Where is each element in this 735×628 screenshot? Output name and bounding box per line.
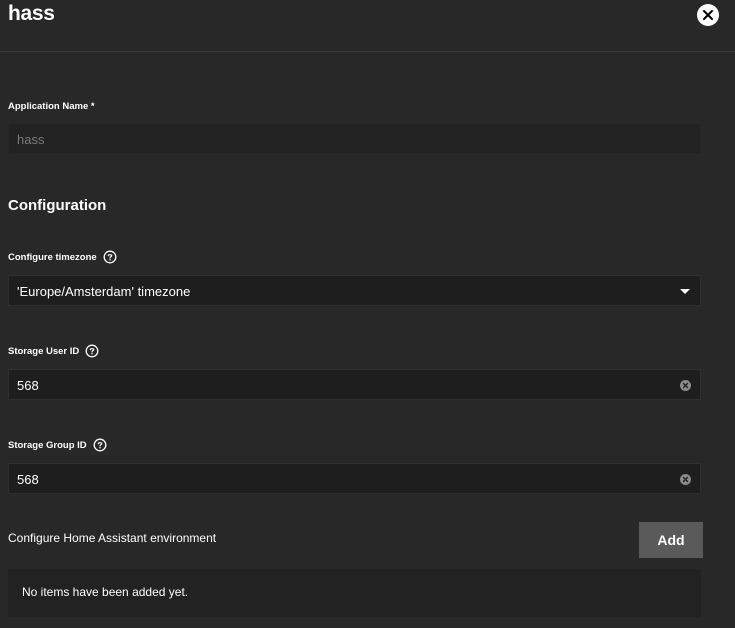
help-icon[interactable] [103, 250, 117, 264]
panel-header: hass [0, 0, 735, 52]
app-name-label-text: Application Name * [8, 101, 95, 112]
timezone-select[interactable]: 'Europe/Amsterdam' timezone [8, 275, 701, 306]
close-icon [703, 10, 713, 20]
storage-user-id-input[interactable]: 568 [8, 369, 701, 400]
timezone-label: Configure timezone [8, 250, 117, 264]
clear-icon[interactable] [680, 380, 691, 391]
storage-group-id-label: Storage Group ID [8, 438, 107, 452]
timezone-label-text: Configure timezone [8, 251, 97, 263]
help-icon[interactable] [85, 344, 99, 358]
storage-user-id-value: 568 [17, 378, 39, 393]
storage-group-id-label-text: Storage Group ID [8, 439, 87, 451]
storage-group-id-input[interactable]: 568 [8, 463, 701, 494]
close-button[interactable] [697, 4, 719, 26]
environment-label: Configure Home Assistant environment [8, 531, 217, 545]
add-button[interactable]: Add [639, 522, 703, 558]
app-name-label: Application Name * [8, 101, 95, 112]
chevron-down-icon[interactable] [680, 289, 690, 294]
app-name-input[interactable]: hass [8, 123, 701, 154]
app-name-value: hass [17, 132, 45, 147]
help-icon[interactable] [93, 438, 107, 452]
timezone-value: 'Europe/Amsterdam' timezone [17, 284, 191, 299]
clear-icon[interactable] [680, 474, 691, 485]
configuration-heading: Configuration [8, 197, 107, 214]
empty-state-text: No items have been added yet. [22, 585, 189, 599]
storage-user-id-label-text: Storage User ID [8, 345, 80, 357]
page-title: hass [8, 2, 55, 25]
storage-user-id-label: Storage User ID [8, 344, 99, 358]
environment-list: No items have been added yet. [8, 569, 701, 617]
app-form-panel: hass Application Name * hass Configurati… [0, 0, 735, 628]
storage-group-id-value: 568 [17, 472, 39, 487]
